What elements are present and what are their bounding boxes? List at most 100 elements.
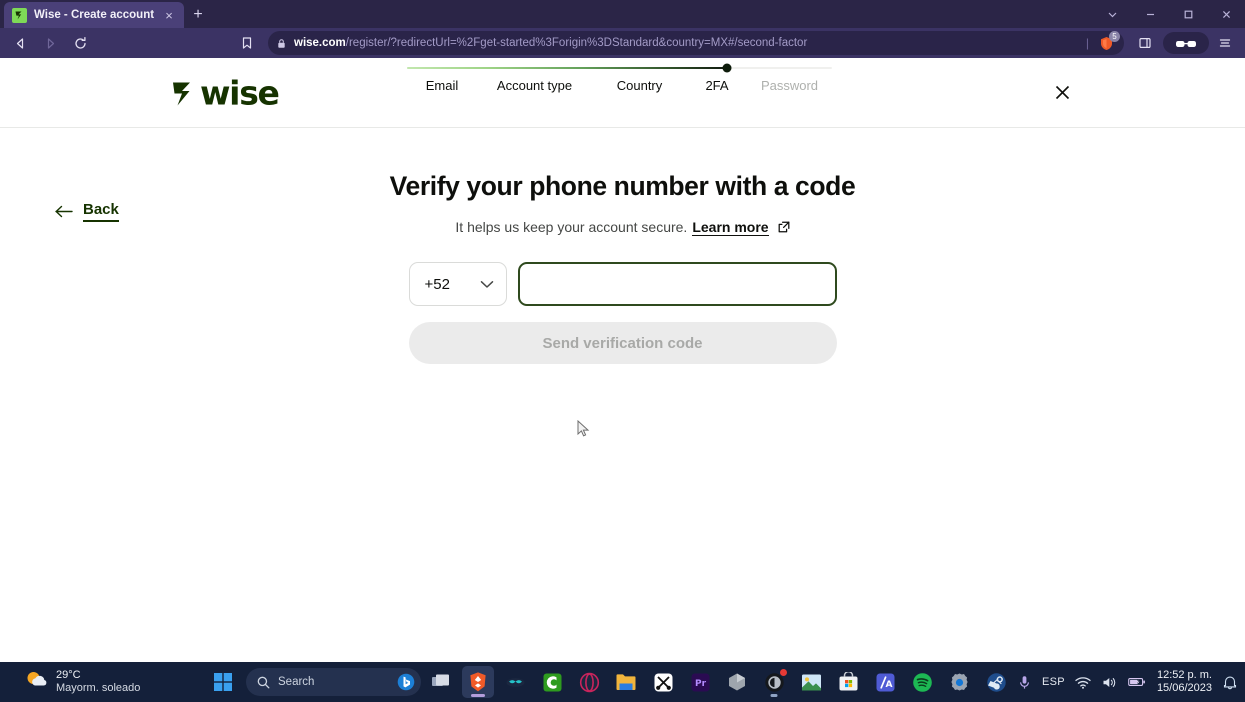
mouse-cursor (577, 419, 590, 438)
address-bar[interactable]: wise.com/register/?redirectUrl=%2Fget-st… (268, 31, 1124, 55)
url-separator: | (1085, 36, 1089, 50)
taskbar-clock[interactable]: 12:52 p. m. 15/06/2023 (1155, 669, 1212, 695)
sidebar-panel-icon[interactable] (1131, 31, 1159, 55)
learn-more-label: Learn more (692, 219, 769, 235)
wise-logo[interactable]: wise (170, 73, 280, 112)
search-icon (257, 676, 270, 689)
taskbar-app-capcut[interactable] (647, 666, 679, 698)
browser-toolbar: wise.com/register/?redirectUrl=%2Fget-st… (0, 28, 1245, 58)
url-domain: wise.com (294, 37, 346, 49)
stepper-labels: Email Account type Country 2FA Password (407, 78, 832, 93)
wise-logo-text: wise (200, 73, 280, 112)
site-header: wise Email Account type Country 2FA Pass… (0, 58, 1245, 128)
wise-favicon-icon (12, 7, 27, 23)
page-subtitle: It helps us keep your account secure. Le… (455, 219, 790, 236)
chevron-down-icon (480, 280, 494, 289)
bookmark-icon[interactable] (233, 31, 261, 55)
start-button[interactable] (207, 666, 239, 698)
tab-strip: Wise - Create account × + (0, 0, 1245, 28)
minimize-button[interactable] (1131, 0, 1169, 28)
volume-icon[interactable] (1101, 662, 1119, 702)
taskbar-search-box[interactable]: Search (246, 668, 421, 696)
show-hidden-icons-chevron[interactable] (988, 662, 1006, 702)
step-password: Password (760, 78, 819, 93)
stepper-progress-fill (407, 67, 727, 69)
system-tray: ESP 12:52 p. m. 15/06/2023 (988, 662, 1239, 702)
weather-widget[interactable]: 29°C Mayorm. soleado (6, 669, 150, 695)
step-2fa[interactable]: 2FA (687, 78, 747, 93)
tab-title: Wise - Create account (34, 9, 155, 21)
taskbar-app-premiere-pro[interactable]: Pr (684, 666, 716, 698)
svg-text:A: A (885, 680, 892, 690)
weather-temperature: 29°C (56, 669, 81, 682)
taskbar-search-placeholder: Search (278, 676, 315, 688)
clock-date: 15/06/2023 (1156, 682, 1212, 694)
phone-number-input[interactable] (517, 262, 837, 306)
lock-icon (276, 38, 287, 49)
taskbar-app-task-view[interactable] (425, 666, 457, 698)
subtitle-text: It helps us keep your account secure. (455, 219, 688, 235)
brave-shield-icon[interactable]: 5 (1096, 31, 1120, 53)
main-content: Verify your phone number with a code It … (0, 158, 1245, 364)
taskbar-start-area: Search (207, 666, 421, 698)
taskbar-app-discord[interactable] (499, 666, 531, 698)
forward-arrow-icon (36, 31, 64, 55)
stepper-current-dot (722, 63, 732, 73)
hamburger-menu-icon[interactable] (1211, 31, 1239, 55)
windows-taskbar: 29°C Mayorm. soleado Search Pr A ESP 12:… (0, 662, 1245, 702)
taskbar-app-settings[interactable] (943, 666, 975, 698)
taskbar-app-media[interactable]: A (869, 666, 901, 698)
notification-bell-icon[interactable] (1221, 662, 1239, 702)
window-controls (1093, 0, 1245, 28)
country-code-value: +52 (424, 275, 450, 293)
weather-description: Mayorm. soleado (56, 682, 141, 694)
screen: Wise - Create account × + wise.com/regis… (0, 0, 1245, 702)
step-country[interactable]: Country (592, 78, 687, 93)
browser-chrome: Wise - Create account × + wise.com/regis… (0, 0, 1245, 58)
battery-charging-icon[interactable] (1128, 662, 1146, 702)
reload-icon[interactable] (66, 31, 94, 55)
brave-glasses-icon[interactable] (1163, 32, 1209, 54)
taskbar-app-brave-browser[interactable] (462, 666, 494, 698)
back-arrow-icon[interactable] (6, 31, 34, 55)
country-code-select[interactable]: +52 (408, 262, 507, 306)
wise-mark-icon (173, 82, 190, 105)
taskbar-app-spotify[interactable] (906, 666, 938, 698)
phone-form-row: +52 (408, 262, 837, 306)
taskbar-app-3d-viewer[interactable] (721, 666, 753, 698)
url-path: /register/?redirectUrl=%2Fget-started%3F… (345, 37, 808, 49)
signup-progress-stepper: Email Account type Country 2FA Password (407, 63, 832, 93)
send-verification-code-button[interactable]: Send verification code (408, 322, 837, 364)
tab-close-icon[interactable]: × (162, 9, 176, 22)
browser-tab[interactable]: Wise - Create account × (4, 2, 184, 28)
taskbar-app-calculator[interactable] (536, 666, 568, 698)
microphone-icon[interactable] (1015, 662, 1033, 702)
step-account-type[interactable]: Account type (477, 78, 592, 93)
step-email[interactable]: Email (407, 78, 477, 93)
learn-more-link[interactable]: Learn more (692, 219, 769, 236)
new-tab-button[interactable]: + (184, 2, 212, 28)
close-window-button[interactable] (1207, 0, 1245, 28)
web-page: wise Email Account type Country 2FA Pass… (0, 58, 1245, 662)
sun-behind-cloud-icon (24, 669, 48, 695)
taskbar-app-microsoft-store[interactable] (832, 666, 864, 698)
close-icon[interactable] (1049, 80, 1075, 106)
wifi-icon[interactable] (1074, 662, 1092, 702)
taskbar-app-photos[interactable] (795, 666, 827, 698)
weather-text: 29°C Mayorm. soleado (56, 669, 140, 694)
shield-badge-count: 5 (1109, 31, 1120, 42)
notification-badge (779, 668, 788, 677)
stepper-track (407, 63, 832, 73)
maximize-button[interactable] (1169, 0, 1207, 28)
taskbar-app-opera[interactable] (573, 666, 605, 698)
taskbar-app-file-explorer[interactable] (610, 666, 642, 698)
taskbar-app-list: Pr A (425, 666, 1012, 698)
external-link-icon[interactable] (778, 221, 790, 233)
bing-copilot-icon[interactable] (397, 673, 415, 691)
tab-search-chevron-icon[interactable] (1093, 0, 1131, 28)
page-title: Verify your phone number with a code (389, 171, 856, 201)
svg-text:Pr: Pr (694, 679, 706, 689)
url-text: wise.com/register/?redirectUrl=%2Fget-st… (294, 37, 1079, 49)
language-indicator[interactable]: ESP (1042, 676, 1065, 688)
taskbar-app-davinci-resolve[interactable] (758, 666, 790, 698)
